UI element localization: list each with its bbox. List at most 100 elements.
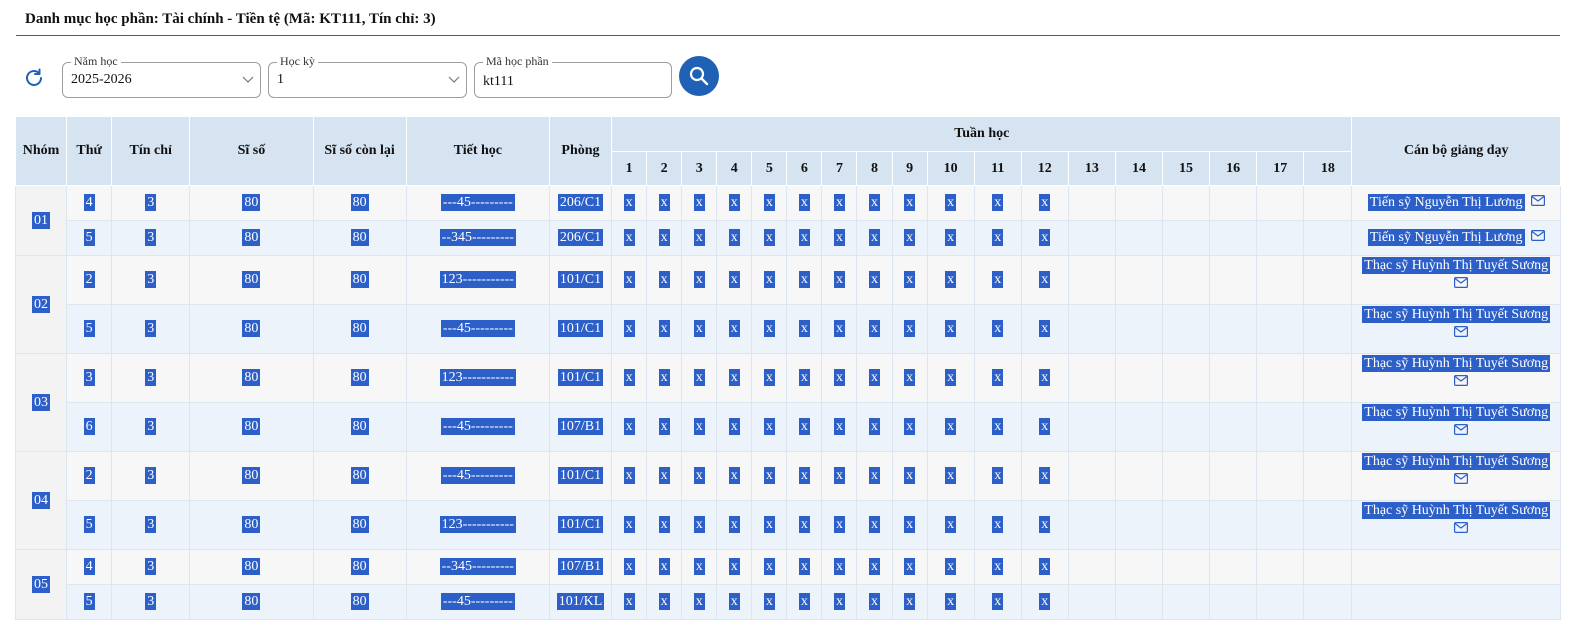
credits-value: 3 — [145, 194, 157, 211]
week-cell: x — [646, 255, 683, 305]
mail-icon[interactable] — [1362, 473, 1560, 489]
week-mark: x — [693, 516, 705, 533]
day-value: 3 — [83, 369, 95, 386]
week-cell: x — [856, 353, 893, 403]
year-select[interactable]: Năm học 2025-2026 — [62, 54, 261, 98]
week-mark: x — [728, 320, 740, 337]
week-cell: x — [926, 549, 975, 585]
teacher-cell — [1351, 549, 1561, 585]
week-cell — [1209, 451, 1258, 501]
week-mark: x — [1039, 369, 1051, 386]
credits-cell: 3 — [111, 500, 191, 550]
credits-value: 3 — [145, 320, 157, 337]
group-number: 05 — [32, 575, 51, 593]
week-cell: x — [786, 185, 823, 221]
week-mark: x — [798, 271, 810, 288]
week-cell: x — [646, 220, 683, 256]
mail-icon[interactable] — [1362, 522, 1560, 538]
mail-icon[interactable] — [1362, 375, 1560, 391]
room-cell: 107/B1 — [548, 402, 613, 452]
course-code-input[interactable]: Mã học phần kt111 — [474, 54, 672, 98]
week-cell: x — [1020, 185, 1069, 221]
capacity-cell: 80 — [189, 549, 314, 585]
week-mark: x — [763, 467, 775, 484]
week-cell: x — [856, 402, 893, 452]
week-cell: x — [926, 584, 975, 620]
week-cell — [1303, 584, 1353, 620]
week-header: 6 — [786, 151, 823, 186]
week-cell — [1114, 255, 1164, 305]
week-mark: x — [869, 369, 881, 386]
teacher-name: Thạc sỹ Huỳnh Thị Tuyết Sương — [1362, 257, 1551, 274]
week-mark: x — [992, 320, 1004, 337]
remaining-value: 80 — [350, 418, 369, 435]
mail-icon[interactable] — [1362, 277, 1560, 293]
week-cell: x — [751, 304, 788, 354]
credits-value: 3 — [145, 558, 157, 575]
search-button[interactable] — [679, 56, 719, 96]
week-mark: x — [623, 418, 635, 435]
capacity-cell: 80 — [189, 500, 314, 550]
week-mark: x — [1039, 320, 1051, 337]
week-mark: x — [904, 369, 916, 386]
semester-select[interactable]: Học kỳ 1 — [268, 54, 467, 98]
week-cell — [1067, 185, 1116, 221]
week-mark: x — [992, 467, 1004, 484]
capacity-cell: 80 — [189, 584, 314, 620]
week-cell: x — [611, 304, 648, 354]
week-cell — [1256, 584, 1305, 620]
credits-cell: 3 — [111, 255, 191, 305]
capacity-cell: 80 — [189, 353, 314, 403]
week-cell: x — [716, 500, 753, 550]
week-mark: x — [945, 418, 957, 435]
week-header: 1 — [611, 151, 648, 186]
week-cell — [1303, 185, 1353, 221]
week-header: 4 — [716, 151, 753, 186]
refresh-icon[interactable] — [22, 66, 46, 90]
week-cell: x — [973, 185, 1022, 221]
week-cell: x — [681, 451, 718, 501]
credits-value: 3 — [145, 418, 157, 435]
credits-value: 3 — [145, 229, 157, 246]
week-mark: x — [623, 194, 635, 211]
mail-icon[interactable] — [1530, 229, 1545, 246]
mail-icon[interactable] — [1362, 424, 1560, 440]
week-cell: x — [973, 500, 1022, 550]
periods-cell: ---45--------- — [405, 185, 550, 221]
room-value: 101/C1 — [557, 320, 604, 337]
week-mark: x — [904, 194, 916, 211]
course-code-value[interactable]: kt111 — [483, 74, 514, 90]
week-cell: x — [926, 220, 975, 256]
week-mark: x — [904, 418, 916, 435]
week-cell: x — [856, 220, 893, 256]
capacity-value: 80 — [242, 558, 261, 575]
week-cell: x — [681, 220, 718, 256]
week-cell — [1161, 255, 1211, 305]
week-mark: x — [798, 320, 810, 337]
week-cell: x — [821, 549, 858, 585]
capacity-value: 80 — [242, 593, 261, 610]
capacity-value: 80 — [242, 194, 261, 211]
credits-value: 3 — [145, 369, 157, 386]
remaining-value: 80 — [350, 369, 369, 386]
search-icon — [689, 66, 709, 86]
week-mark: x — [945, 194, 957, 211]
week-cell: x — [646, 402, 683, 452]
room-value: 101/C1 — [557, 271, 604, 288]
day-cell: 3 — [66, 353, 113, 403]
day-value: 5 — [83, 320, 95, 337]
week-cell: x — [891, 353, 928, 403]
week-mark: x — [904, 320, 916, 337]
day-value: 4 — [83, 558, 95, 575]
mail-icon[interactable] — [1530, 194, 1545, 211]
col-capacity: Sĩ số — [189, 116, 314, 186]
week-cell: x — [611, 500, 648, 550]
week-cell — [1114, 402, 1164, 452]
mail-icon[interactable] — [1362, 326, 1560, 342]
remaining-cell: 80 — [312, 220, 407, 256]
week-cell: x — [716, 451, 753, 501]
week-cell: x — [646, 584, 683, 620]
week-mark: x — [798, 369, 810, 386]
teacher-cell: Thạc sỹ Huỳnh Thị Tuyết Sương — [1351, 255, 1561, 305]
group-number: 02 — [32, 295, 51, 313]
